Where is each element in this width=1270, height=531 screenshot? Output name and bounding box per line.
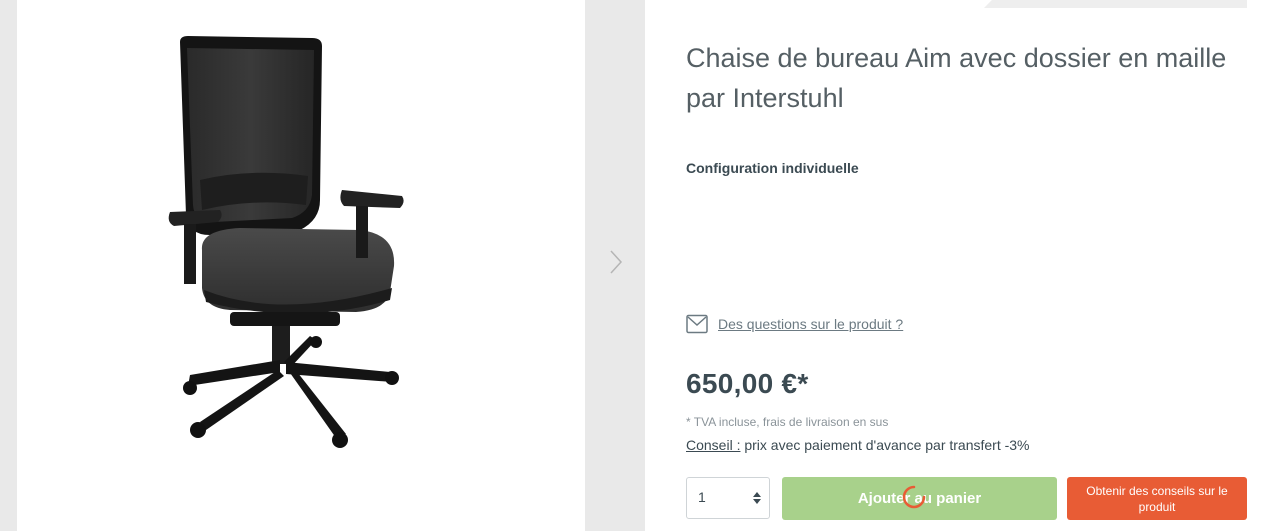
product-title: Chaise de bureau Aim avec dossier en mai… xyxy=(686,43,1227,113)
quantity-value: 1 xyxy=(698,489,706,505)
get-advice-button[interactable]: Obtenir des conseils sur le produit xyxy=(1067,477,1247,520)
envelope-icon xyxy=(686,314,708,334)
quantity-select[interactable]: 1 xyxy=(686,477,770,519)
advice-label: Conseil : xyxy=(686,437,741,453)
configuration-label: Configuration individuelle xyxy=(686,160,859,176)
top-tab xyxy=(984,0,1247,8)
page-gutter xyxy=(0,0,17,531)
product-image xyxy=(168,36,404,448)
chevron-right-icon xyxy=(610,250,623,274)
product-questions-link[interactable]: Des questions sur le produit ? xyxy=(686,313,903,335)
questions-link-label[interactable]: Des questions sur le produit ? xyxy=(718,316,903,332)
gallery-next-button[interactable] xyxy=(604,248,628,276)
spinner-icon xyxy=(902,485,926,509)
up-down-arrows-icon xyxy=(753,492,761,504)
product-price: 650,00 €* xyxy=(686,368,809,399)
payment-advice: Conseil : prix avec paiement d'avance pa… xyxy=(686,437,1030,453)
vat-note: * TVA incluse, frais de livraison en sus xyxy=(686,415,889,429)
advice-text: prix avec paiement d'avance par transfer… xyxy=(740,437,1030,453)
